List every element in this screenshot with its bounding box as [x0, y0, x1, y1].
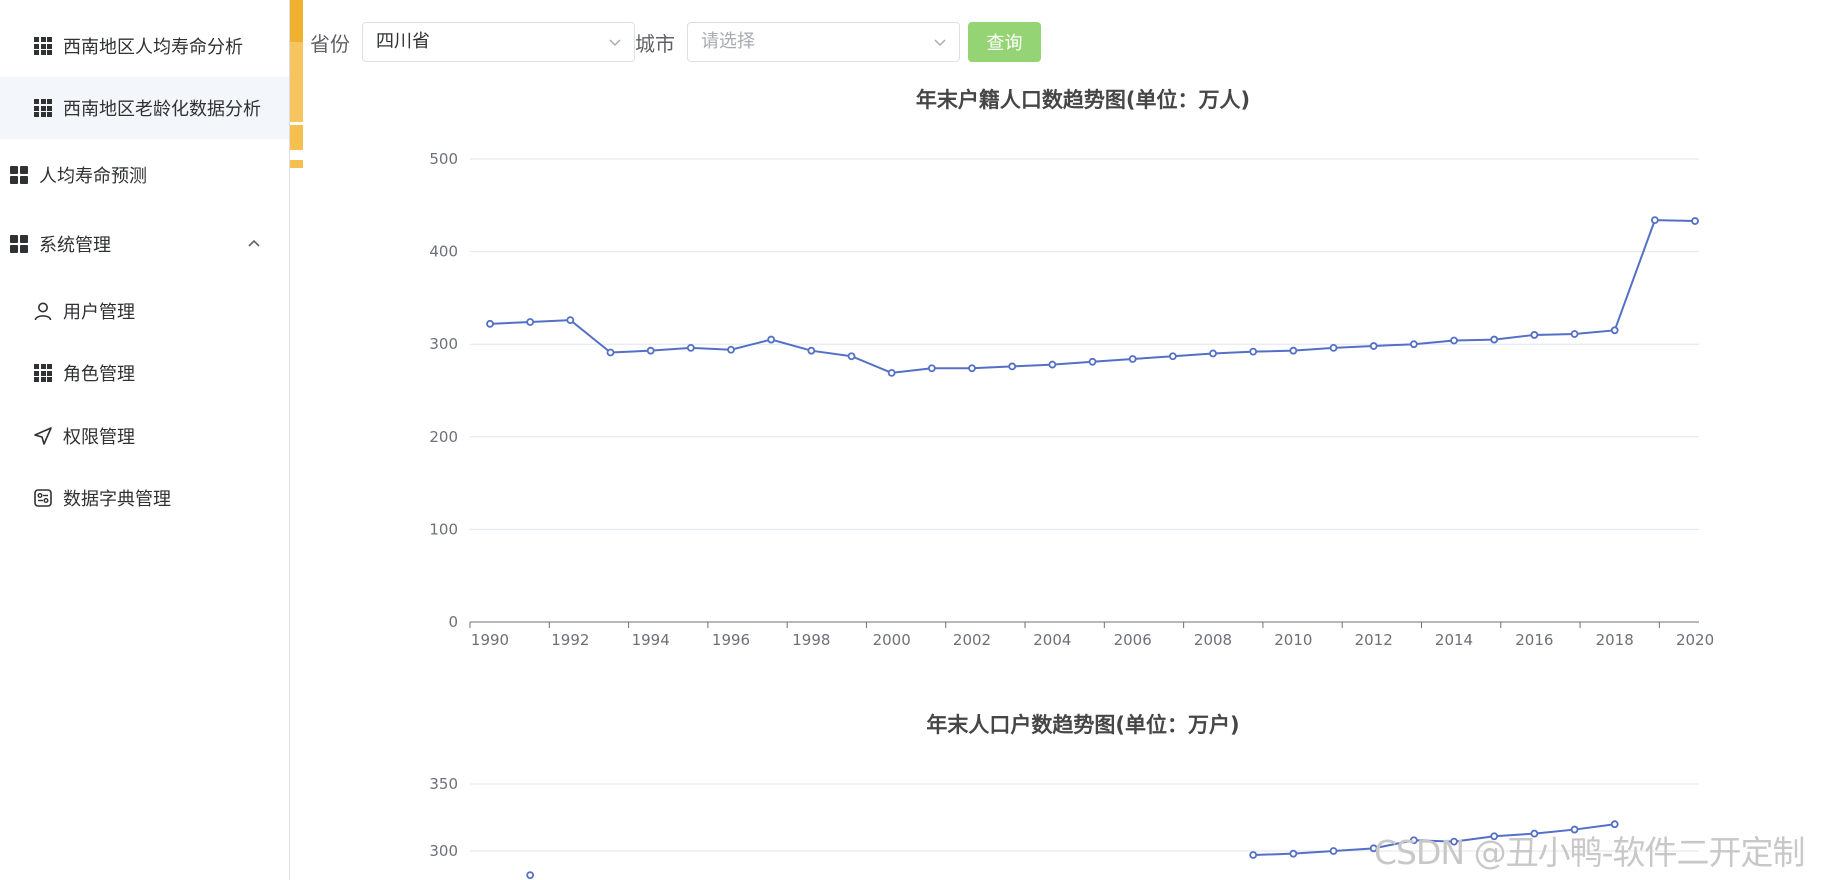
x-tick-label: 2018 — [1596, 631, 1634, 649]
x-tick-label: 1992 — [551, 631, 589, 649]
x-tick-label: 2010 — [1274, 631, 1312, 649]
data-point — [1289, 849, 1298, 858]
data-point — [1570, 330, 1579, 338]
menu-group-system-management[interactable]: 系统管理 — [0, 213, 289, 275]
data-point — [927, 364, 936, 373]
data-point — [727, 345, 735, 354]
apps-icon — [9, 234, 29, 254]
data-point — [1249, 851, 1258, 859]
y-tick-label: 100 — [429, 520, 458, 538]
data-point — [686, 344, 695, 352]
data-point — [1048, 360, 1057, 369]
menu-item-dictionary-management[interactable]: 数据字典管理 — [0, 467, 289, 529]
x-tick-label: 1998 — [792, 631, 830, 649]
menu-item-permission-management[interactable]: 权限管理 — [0, 405, 289, 467]
watermark: CSDN @丑小鸭-软件二开定制 — [1374, 833, 1805, 872]
x-tick-label: 2014 — [1435, 631, 1473, 649]
data-point — [1329, 344, 1338, 352]
x-tick-label: 2002 — [953, 631, 991, 649]
grid-icon — [33, 363, 53, 383]
menu-item-label: 西南地区人均寿命分析 — [63, 37, 243, 58]
x-tick-label: 2008 — [1194, 631, 1232, 649]
menu-item-aging-analysis[interactable]: 西南地区老龄化数据分析 — [0, 77, 289, 139]
chart-household-population: 年末户籍人口数趋势图(单位：万人) 0 100 200 300 400 500 1990 1… — [429, 88, 1714, 649]
menu-item-life-expectancy-prediction[interactable]: 人均寿命预测 — [0, 144, 289, 206]
dictionary-icon — [33, 488, 53, 508]
data-point — [1128, 355, 1137, 363]
data-point — [1409, 340, 1418, 349]
data-point — [1490, 335, 1499, 344]
data-point — [1610, 326, 1619, 335]
y-tick-label: 300 — [429, 842, 458, 860]
x-tick-label: 2006 — [1114, 631, 1152, 649]
data-point — [566, 316, 575, 325]
data-point — [1168, 352, 1177, 361]
y-tick-label: 300 — [429, 335, 458, 353]
x-tick-label: 1990 — [471, 631, 509, 649]
y-tick-label: 200 — [429, 428, 458, 446]
apps-icon — [9, 165, 29, 185]
menu-item-label: 西南地区老龄化数据分析 — [63, 99, 261, 120]
menu-item-life-expectancy-analysis[interactable]: 西南地区人均寿命分析 — [0, 15, 289, 77]
x-tick-label: 2020 — [1676, 631, 1714, 649]
menu-item-label: 角色管理 — [63, 364, 135, 385]
accent-strip — [290, 0, 303, 170]
data-point — [1450, 336, 1458, 345]
data-point — [1329, 847, 1338, 855]
y-tick-label: 500 — [429, 150, 458, 168]
send-icon — [33, 426, 53, 446]
y-tick-label: 400 — [429, 243, 458, 261]
grid-icon — [33, 36, 53, 56]
y-tick-label: 0 — [448, 613, 458, 631]
sidebar: 西南地区人均寿命分析 西南地区老龄化数据分析 人均寿命预测 系统管理 用户管理 — [0, 0, 290, 880]
data-point — [1008, 362, 1017, 371]
x-tick-label: 1994 — [632, 631, 670, 649]
menu-item-label: 数据字典管理 — [63, 489, 171, 510]
x-tick-label: 2012 — [1355, 631, 1393, 649]
y-tick-label: 350 — [429, 775, 458, 793]
data-point — [1249, 347, 1258, 356]
x-tick-label: 2000 — [873, 631, 911, 649]
series-line — [489, 219, 1696, 374]
menu-item-label: 系统管理 — [39, 235, 111, 256]
menu-item-label: 权限管理 — [63, 427, 135, 448]
data-point — [1088, 357, 1097, 366]
chart-title: 年末人口户数趋势图(单位：万户) — [926, 713, 1239, 737]
data-point — [606, 348, 615, 357]
data-point — [1530, 331, 1539, 339]
x-tick-label: 1996 — [712, 631, 750, 649]
data-point — [847, 352, 856, 361]
data-point — [1650, 216, 1659, 225]
data-point — [646, 346, 655, 355]
user-icon — [33, 301, 53, 321]
chevron-up-icon[interactable] — [245, 235, 263, 253]
data-point — [807, 346, 816, 355]
chart-title: 年末户籍人口数趋势图(单位：万人) — [916, 88, 1250, 112]
x-tick-label: 2016 — [1515, 631, 1553, 649]
data-point — [1289, 346, 1298, 355]
data-point — [486, 319, 494, 328]
data-point — [767, 335, 776, 344]
menu-item-label: 用户管理 — [63, 302, 135, 323]
charts-area: 年末户籍人口数趋势图(单位：万人) 0 100 200 300 400 500 1990 1… — [429, 88, 1714, 880]
grid-icon — [33, 98, 53, 118]
menu-item-user-management[interactable]: 用户管理 — [0, 280, 289, 342]
data-point — [526, 318, 535, 326]
data-point — [1209, 349, 1217, 358]
menu-item-role-management[interactable]: 角色管理 — [0, 342, 289, 404]
data-point — [968, 364, 976, 373]
data-point — [526, 871, 535, 880]
x-tick-label: 2004 — [1033, 631, 1071, 649]
menu-item-label: 人均寿命预测 — [39, 166, 147, 187]
data-point — [1369, 342, 1378, 350]
data-point — [1691, 217, 1699, 225]
data-point — [887, 369, 896, 377]
